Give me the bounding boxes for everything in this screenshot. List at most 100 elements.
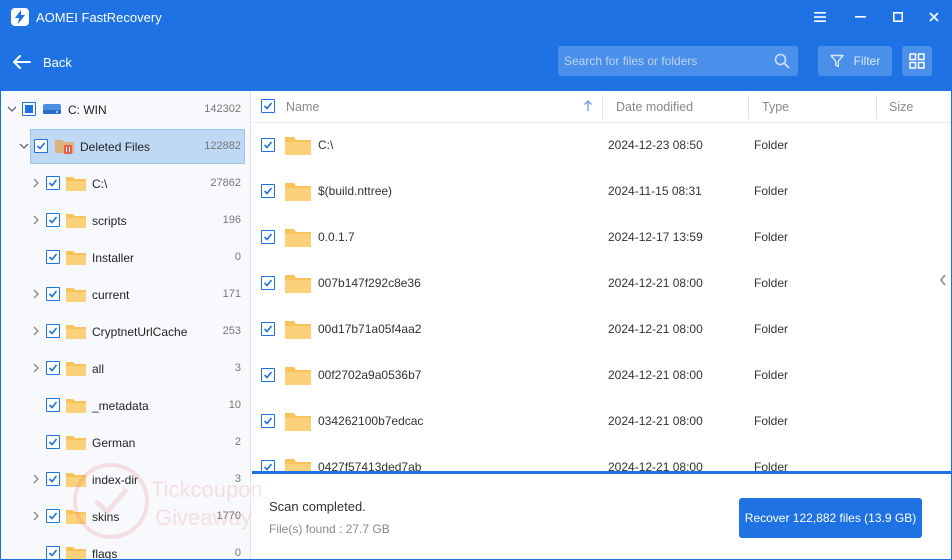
column-type-header[interactable]: Type xyxy=(762,100,789,114)
tree-item[interactable]: scripts 196 xyxy=(1,202,250,239)
tree-item[interactable]: flags 0 xyxy=(1,535,250,559)
table-row[interactable]: $(build.nttree) 2024-11-15 08:31 Folder xyxy=(252,168,942,214)
chevron-right-icon[interactable] xyxy=(30,288,42,300)
folder-icon xyxy=(285,321,311,339)
tree-item-checkbox[interactable] xyxy=(46,287,60,301)
file-name: 0.0.1.7 xyxy=(318,230,355,244)
tree-count: 1770 xyxy=(216,510,241,522)
table-row[interactable]: 00d17b71a05f4aa2 2024-12-21 08:00 Folder xyxy=(252,306,942,352)
file-name: C:\ xyxy=(318,138,334,152)
close-button[interactable] xyxy=(915,1,951,33)
table-row[interactable]: 00f2702a9a0536b7 2024-12-21 08:00 Folder xyxy=(252,352,942,398)
folder-icon xyxy=(66,510,86,524)
tree-item-checkbox[interactable] xyxy=(46,213,60,227)
funnel-icon xyxy=(829,54,844,68)
minimize-button[interactable] xyxy=(841,1,879,33)
folder-icon xyxy=(285,183,311,201)
tree-item[interactable]: skins 1770 xyxy=(1,498,250,535)
folder-icon xyxy=(66,214,86,228)
filter-button[interactable]: Filter xyxy=(818,46,892,76)
tree-item-checkbox[interactable] xyxy=(46,324,60,338)
tree-label: _metadata xyxy=(92,399,149,413)
tree-item-checkbox[interactable] xyxy=(46,250,60,264)
chevron-down-icon[interactable] xyxy=(6,103,18,115)
search-box xyxy=(558,46,798,76)
table-row[interactable]: 034262100b7edcac 2024-12-21 08:00 Folder xyxy=(252,398,942,444)
tree-item[interactable]: _metadata 10 xyxy=(1,387,250,424)
chevron-right-icon[interactable] xyxy=(30,362,42,374)
tree-item-checkbox[interactable] xyxy=(46,509,60,523)
tree-item-checkbox[interactable] xyxy=(46,546,60,559)
chevron-down-icon[interactable] xyxy=(18,140,30,152)
file-date: 2024-12-21 08:00 xyxy=(608,322,703,336)
file-date: 2024-12-17 13:59 xyxy=(608,230,703,244)
deleted-files-checkbox[interactable] xyxy=(34,139,48,153)
file-type: Folder xyxy=(754,138,789,152)
tree-item-checkbox[interactable] xyxy=(46,435,60,449)
row-checkbox[interactable] xyxy=(261,322,275,336)
row-checkbox[interactable] xyxy=(261,138,275,152)
row-checkbox[interactable] xyxy=(261,276,275,290)
table-row[interactable]: C:\ 2024-12-23 08:50 Folder xyxy=(252,122,942,168)
row-checkbox[interactable] xyxy=(261,460,275,471)
tree-count: 2 xyxy=(234,436,241,448)
tree-item[interactable]: all 3 xyxy=(1,350,250,387)
table-row[interactable]: 0427f57413ded7ab 2024-12-21 08:00 Folder xyxy=(252,444,942,471)
folder-icon xyxy=(66,288,86,302)
column-date-header[interactable]: Date modified xyxy=(616,100,693,114)
row-checkbox[interactable] xyxy=(261,414,275,428)
tree-item-checkbox[interactable] xyxy=(46,176,60,190)
view-mode-button[interactable] xyxy=(902,46,932,76)
tree-item-checkbox[interactable] xyxy=(46,398,60,412)
folder-icon xyxy=(285,459,311,471)
back-label: Back xyxy=(43,54,72,70)
tree-item-checkbox[interactable] xyxy=(46,472,60,486)
tree-item[interactable]: German 2 xyxy=(1,424,250,461)
chevron-right-icon[interactable] xyxy=(30,510,42,522)
tree-count: 10 xyxy=(228,399,241,411)
drive-checkbox[interactable] xyxy=(22,102,36,116)
search-input[interactable] xyxy=(558,46,763,76)
folder-icon xyxy=(66,399,86,413)
column-size-header[interactable]: Size xyxy=(889,100,913,114)
tree-item-checkbox[interactable] xyxy=(46,361,60,375)
tree-label: index-dir xyxy=(92,473,139,487)
tree-item[interactable]: index-dir 3 xyxy=(1,461,250,498)
chevron-left-icon[interactable] xyxy=(938,273,948,287)
tree-count: 142302 xyxy=(204,103,241,115)
row-checkbox[interactable] xyxy=(261,230,275,244)
chevron-right-icon[interactable] xyxy=(30,214,42,226)
folder-icon xyxy=(66,177,86,191)
recover-button[interactable]: Recover 122,882 files (13.9 GB) xyxy=(739,498,922,538)
search-icon[interactable] xyxy=(774,53,790,69)
back-button[interactable]: Back xyxy=(13,51,72,73)
maximize-button[interactable] xyxy=(879,1,917,33)
select-all-checkbox[interactable] xyxy=(261,99,275,113)
tree-item[interactable]: Installer 0 xyxy=(1,239,250,276)
toolbar: Back Filter xyxy=(1,33,951,91)
tree-root-drive[interactable]: C: WIN 142302 xyxy=(1,91,250,128)
folder-icon xyxy=(66,547,86,559)
column-divider[interactable] xyxy=(602,95,603,119)
chevron-right-icon[interactable] xyxy=(30,473,42,485)
chevron-right-icon[interactable] xyxy=(30,325,42,337)
row-checkbox[interactable] xyxy=(261,184,275,198)
tree-item[interactable]: CryptnetUrlCache 253 xyxy=(1,313,250,350)
menu-button[interactable] xyxy=(801,1,839,33)
table-row[interactable]: 007b147f292c8e36 2024-12-21 08:00 Folder xyxy=(252,260,942,306)
tree-item[interactable]: current 171 xyxy=(1,276,250,313)
column-divider[interactable] xyxy=(876,95,877,119)
file-type: Folder xyxy=(754,230,789,244)
tree-item[interactable]: C:\ 27862 xyxy=(1,165,250,202)
list-header: Name Date modified Type Size xyxy=(252,91,951,123)
folder-icon xyxy=(66,325,86,339)
column-name-header[interactable]: Name xyxy=(286,100,319,114)
tree-item-deleted-files[interactable]: Deleted Files 122882 xyxy=(1,128,250,165)
column-divider[interactable] xyxy=(748,95,749,119)
maximize-icon xyxy=(893,12,903,22)
row-checkbox[interactable] xyxy=(261,368,275,382)
file-date: 2024-12-21 08:00 xyxy=(608,276,703,290)
table-row[interactable]: 0.0.1.7 2024-12-17 13:59 Folder xyxy=(252,214,942,260)
sort-ascending-icon[interactable] xyxy=(583,100,593,112)
chevron-right-icon[interactable] xyxy=(30,177,42,189)
